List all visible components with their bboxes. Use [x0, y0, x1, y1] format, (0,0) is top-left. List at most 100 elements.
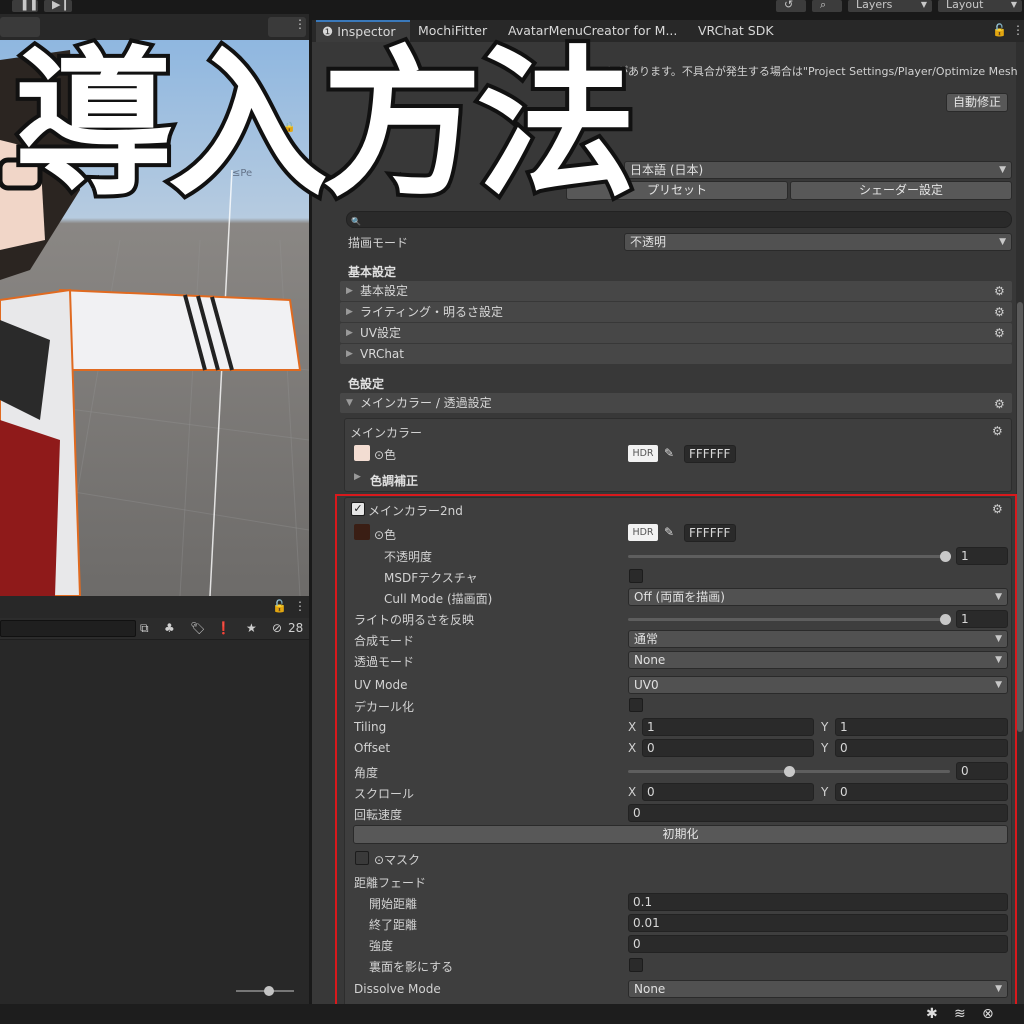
- foldout-uv[interactable]: ▶ UV設定: [340, 323, 1012, 343]
- color-label: ⊙色: [374, 448, 397, 462]
- alpha-mode-dropdown[interactable]: None ▼: [628, 651, 1008, 669]
- foldout-lighting[interactable]: ▶ ライティング・明るさ設定: [340, 302, 1012, 322]
- gear-icon[interactable]: ⚙: [992, 424, 1003, 438]
- blend-mode-dropdown[interactable]: 通常 ▼: [628, 630, 1008, 648]
- render-mode-label: 描画モード: [348, 236, 409, 250]
- texture-thumbnail[interactable]: [354, 445, 370, 461]
- shader-settings-button[interactable]: シェーダー設定: [790, 181, 1012, 200]
- search-button[interactable]: ⌕: [812, 0, 842, 12]
- light-slider[interactable]: [628, 618, 950, 621]
- tiling-y-field[interactable]: 1: [835, 718, 1008, 736]
- main-color-2nd-toggle[interactable]: ✓: [351, 502, 365, 516]
- layout-dropdown[interactable]: Layout ▼: [938, 0, 1022, 12]
- backface-shadow-checkbox[interactable]: [629, 958, 643, 972]
- fade-start-field[interactable]: 0.1: [628, 893, 1008, 911]
- pause-button[interactable]: ❚❚: [12, 0, 38, 12]
- opacity-slider[interactable]: [628, 555, 950, 558]
- star-icon[interactable]: ★: [246, 621, 257, 635]
- settings-icon[interactable]: ⊗: [982, 1006, 994, 1022]
- hierarchy-panel[interactable]: [0, 640, 309, 1004]
- offset-y-field[interactable]: 0: [835, 739, 1008, 757]
- cull-mode-label: Cull Mode (描画面): [384, 592, 493, 606]
- layers-dropdown[interactable]: Layers ▼: [848, 0, 932, 12]
- step-button[interactable]: ▶❙: [44, 0, 72, 12]
- angle-label: 角度: [354, 766, 379, 780]
- tiling-x-field[interactable]: 1: [642, 718, 814, 736]
- gear-icon[interactable]: ⚙: [994, 305, 1005, 319]
- dissolve-mode-label: Dissolve Mode: [354, 982, 441, 996]
- decal-checkbox[interactable]: [629, 698, 643, 712]
- more-options-icon[interactable]: ⋮: [1012, 23, 1024, 37]
- lock-icon[interactable]: 🔓: [992, 23, 1007, 37]
- triangle-right-icon: ▶: [346, 328, 353, 338]
- light-slider-knob[interactable]: [940, 614, 951, 625]
- render-mode-value: 不透明: [630, 235, 667, 249]
- hierarchy-toolbar: ⧉ ♣ 🏷 ❗ ★ ⊘ 28: [0, 618, 309, 640]
- bug-icon[interactable]: ✱: [926, 1006, 938, 1022]
- foldout-main-color[interactable]: ▼ メインカラー / 透過設定: [340, 393, 1012, 413]
- gear-icon[interactable]: ⚙: [994, 284, 1005, 298]
- texture-thumbnail[interactable]: [354, 524, 370, 540]
- more-options-icon[interactable]: ⋮: [294, 17, 306, 31]
- gear-icon[interactable]: ⚙: [994, 326, 1005, 340]
- scroll-y-field[interactable]: 0: [835, 783, 1008, 801]
- warning-icon[interactable]: ❗: [216, 621, 231, 635]
- eyedropper-icon[interactable]: ✎: [664, 446, 674, 460]
- lock-icon[interactable]: 🔓: [272, 599, 287, 613]
- axis-x-label: X: [628, 720, 637, 734]
- hdr-badge[interactable]: HDR: [628, 524, 658, 541]
- strength-field[interactable]: 0: [628, 935, 1008, 953]
- gear-icon[interactable]: ⚙: [994, 397, 1005, 411]
- opacity-field[interactable]: 1: [956, 547, 1008, 565]
- foldout-vrchat[interactable]: ▶ VRChat: [340, 344, 1012, 364]
- foldout-label: VRChat: [360, 347, 404, 361]
- triangle-right-icon: ▶: [346, 286, 353, 296]
- foldout-basic[interactable]: ▶ 基本設定: [340, 281, 1012, 301]
- axis-y-label: Y: [821, 741, 829, 755]
- blend-mode-value: 通常: [634, 632, 659, 646]
- tone-correction-foldout[interactable]: 色調補正: [370, 472, 418, 489]
- light-field[interactable]: 1: [956, 610, 1008, 628]
- scrollbar-thumb[interactable]: [1017, 302, 1023, 732]
- render-mode-dropdown[interactable]: 不透明 ▼: [624, 233, 1012, 251]
- rotation-speed-label: 回転速度: [354, 808, 403, 822]
- chevron-down-icon: ▼: [995, 592, 1002, 602]
- history-button[interactable]: ↺: [776, 0, 806, 12]
- more-options-icon[interactable]: ⋮: [294, 599, 306, 613]
- opacity-slider-knob[interactable]: [940, 551, 951, 562]
- zoom-slider-knob[interactable]: [264, 986, 274, 996]
- dissolve-mode-value: None: [634, 982, 666, 996]
- uv-mode-dropdown[interactable]: UV0 ▼: [628, 676, 1008, 694]
- reset-button[interactable]: 初期化: [353, 825, 1008, 844]
- language-dropdown[interactable]: 日本語 (日本) ▼: [624, 161, 1012, 179]
- hdr-badge[interactable]: HDR: [628, 445, 658, 462]
- foldout-label: UV設定: [360, 326, 401, 340]
- offset-x-field[interactable]: 0: [642, 739, 814, 757]
- cull-mode-dropdown[interactable]: Off (両面を描画) ▼: [628, 588, 1008, 606]
- overlay-title: 導入方法: [10, 31, 640, 218]
- axis-x-label: X: [628, 741, 637, 755]
- scroll-x-field[interactable]: 0: [642, 783, 814, 801]
- type-filter-icon[interactable]: ♣: [164, 621, 175, 635]
- dissolve-mode-dropdown[interactable]: None ▼: [628, 980, 1008, 998]
- label-icon[interactable]: 🏷: [190, 621, 205, 635]
- uv-mode-label: UV Mode: [354, 678, 408, 692]
- tab-vrchat-sdk[interactable]: VRChat SDK: [692, 20, 792, 42]
- fade-end-field[interactable]: 0.01: [628, 914, 1008, 932]
- filter-icon[interactable]: ⧉: [140, 621, 149, 636]
- mask-texture-slot[interactable]: [355, 851, 369, 865]
- auto-fix-button[interactable]: 自動修正: [946, 93, 1008, 112]
- rotation-speed-field[interactable]: 0: [628, 804, 1008, 822]
- hidden-eye-icon[interactable]: ⊘: [272, 621, 282, 635]
- hierarchy-search-input[interactable]: [0, 620, 136, 637]
- inspector-scrollbar[interactable]: [1016, 42, 1024, 1004]
- hex-color-field[interactable]: FFFFFF: [684, 524, 736, 542]
- gear-icon[interactable]: ⚙: [992, 502, 1003, 516]
- triangle-right-icon[interactable]: ▶: [354, 472, 361, 482]
- msdf-checkbox[interactable]: [629, 569, 643, 583]
- eyedropper-icon[interactable]: ✎: [664, 525, 674, 539]
- angle-field[interactable]: 0: [956, 762, 1008, 780]
- hex-color-field[interactable]: FFFFFF: [684, 445, 736, 463]
- angle-slider-knob[interactable]: [784, 766, 795, 777]
- layers-icon[interactable]: ≋: [954, 1006, 966, 1022]
